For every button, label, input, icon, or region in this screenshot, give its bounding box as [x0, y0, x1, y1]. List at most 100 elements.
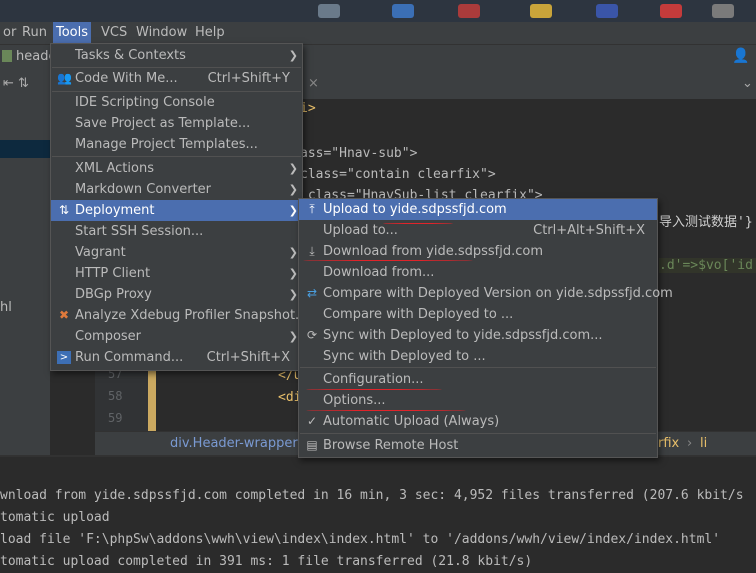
- breadcrumb-item[interactable]: li: [700, 436, 707, 451]
- people-icon: 👥: [57, 71, 72, 85]
- menu-item-http-client[interactable]: HTTP Client ❯: [51, 263, 302, 284]
- taskbar-icon[interactable]: [458, 4, 480, 18]
- menu-item-label: Markdown Converter: [75, 182, 212, 197]
- download-icon: ⤓: [309, 244, 315, 258]
- breadcrumb-item[interactable]: rfix: [658, 436, 679, 451]
- menu-item-xml-actions[interactable]: XML Actions ❯: [51, 158, 302, 179]
- menu-view[interactable]: or: [0, 22, 19, 44]
- menu-item-label: Browse Remote Host: [323, 438, 459, 453]
- terminal-icon: >: [57, 351, 71, 364]
- annotation-underline: [303, 260, 473, 261]
- menu-item-label: Deployment: [75, 203, 155, 218]
- code-line: class="contain clearfix">: [300, 167, 496, 182]
- menu-item-sync-deployed[interactable]: Sync with Deployed to ...: [299, 346, 657, 367]
- menu-item-run-command[interactable]: > Run Command... Ctrl+Shift+X: [51, 347, 302, 368]
- taskbar-icon[interactable]: [660, 4, 682, 18]
- menu-item-analyze-xdebug[interactable]: ✖ Analyze Xdebug Profiler Snapshot...: [51, 305, 308, 326]
- menu-item-dbgp-proxy[interactable]: DBGp Proxy ❯: [51, 284, 302, 305]
- menu-item-label: IDE Scripting Console: [75, 95, 215, 110]
- menu-separator: [52, 156, 301, 157]
- submenu-arrow-icon: ❯: [288, 246, 298, 259]
- close-tab-icon[interactable]: ×: [308, 76, 319, 91]
- code-line: .d'=>$vo['id': [659, 258, 756, 273]
- compare-icon: ⇄: [306, 286, 318, 300]
- checkmark-icon: ✓: [306, 414, 318, 428]
- project-tree-item[interactable]: hl: [0, 300, 12, 315]
- menu-item-label: Vagrant: [75, 245, 126, 260]
- menu-item-code-with-me[interactable]: 👥 Code With Me... Ctrl+Shift+Y: [51, 68, 302, 89]
- upload-icon: ⤒: [309, 202, 315, 216]
- sort-icon[interactable]: ⇅: [18, 76, 29, 91]
- menu-item-label: Compare with Deployed Version on yide.sd…: [323, 286, 673, 301]
- console-line: tomatic upload: [0, 510, 110, 525]
- remote-host-icon: ▤: [306, 438, 318, 452]
- tools-menu: Tasks & Contexts ❯ 👥 Code With Me... Ctr…: [50, 43, 308, 371]
- menu-item-download-from-host[interactable]: ⤓ Download from yide.sdpssfjd.com: [299, 241, 657, 262]
- annotation-underline: [383, 223, 453, 224]
- menu-item-ide-scripting-console[interactable]: IDE Scripting Console: [51, 92, 302, 113]
- menu-item-label: Automatic Upload (Always): [323, 414, 500, 429]
- menu-item-browse-remote-host[interactable]: ▤ Browse Remote Host: [299, 435, 657, 456]
- menu-item-shortcut: Ctrl+Shift+X: [206, 350, 290, 365]
- project-selected-row[interactable]: [0, 140, 50, 158]
- menu-item-upload-to-host[interactable]: ⤒ Upload to yide.sdpssfjd.com: [299, 199, 657, 220]
- menu-item-manage-templates[interactable]: Manage Project Templates...: [51, 134, 302, 155]
- menu-item-label: Save Project as Template...: [75, 116, 251, 131]
- breadcrumb-separator: ›: [687, 436, 693, 451]
- breadcrumb-item[interactable]: div.Header-wrapper: [170, 436, 298, 451]
- menu-item-automatic-upload[interactable]: ✓ Automatic Upload (Always): [299, 411, 657, 432]
- menu-item-upload-to[interactable]: Upload to... Ctrl+Alt+Shift+X: [299, 220, 657, 241]
- taskbar-icon[interactable]: [712, 4, 734, 18]
- menu-item-label: Configuration...: [323, 372, 424, 387]
- menu-item-label: Sync with Deployed to yide.sdpssfjd.com.…: [323, 328, 603, 343]
- menu-item-shortcut: Ctrl+Alt+Shift+X: [533, 223, 645, 238]
- tab-dropdown-icon[interactable]: ⌄: [742, 76, 753, 91]
- menu-item-label: Start SSH Session...: [75, 224, 204, 239]
- menu-item-configuration[interactable]: Configuration...: [299, 369, 657, 390]
- submenu-arrow-icon: ❯: [288, 267, 298, 280]
- menu-item-vagrant[interactable]: Vagrant ❯: [51, 242, 302, 263]
- menu-item-save-project-template[interactable]: Save Project as Template...: [51, 113, 302, 134]
- code-line: 导入测试数据'}: [659, 215, 753, 230]
- taskbar-icon[interactable]: [318, 4, 340, 18]
- console-line: tomatic upload completed in 391 ms: 1 fi…: [0, 554, 533, 569]
- menu-separator: [300, 367, 656, 368]
- menu-window[interactable]: Window: [133, 22, 190, 44]
- menu-separator: [300, 433, 656, 434]
- menu-item-compare-deployed[interactable]: Compare with Deployed to ...: [299, 304, 657, 325]
- menu-run[interactable]: Run: [19, 22, 50, 44]
- menu-item-label: Manage Project Templates...: [75, 137, 258, 152]
- taskbar-icon[interactable]: [392, 4, 414, 18]
- submenu-arrow-icon: ❯: [288, 49, 298, 62]
- collapse-icon[interactable]: ⇤: [3, 76, 14, 91]
- menu-item-label: Upload to yide.sdpssfjd.com: [323, 202, 507, 217]
- menu-item-label: XML Actions: [75, 161, 154, 176]
- menu-item-markdown-converter[interactable]: Markdown Converter ❯: [51, 179, 302, 200]
- menu-item-options[interactable]: Options...: [299, 390, 657, 411]
- menu-help[interactable]: Help: [192, 22, 228, 44]
- line-number: 59: [108, 411, 123, 425]
- menu-vcs[interactable]: VCS: [98, 22, 130, 44]
- menu-item-tasks-contexts[interactable]: Tasks & Contexts ❯: [51, 45, 302, 66]
- menu-item-download-from[interactable]: Download from...: [299, 262, 657, 283]
- menu-item-label: Analyze Xdebug Profiler Snapshot...: [75, 308, 308, 323]
- user-icon[interactable]: 👤: [732, 48, 749, 64]
- menu-item-composer[interactable]: Composer ❯: [51, 326, 302, 347]
- taskbar-icon[interactable]: [596, 4, 618, 18]
- file-icon: [2, 50, 12, 62]
- menu-item-sync-deployed-host[interactable]: ⟳ Sync with Deployed to yide.sdpssfjd.co…: [299, 325, 657, 346]
- deployment-icon: ⇅: [58, 203, 70, 217]
- menu-item-label: Sync with Deployed to ...: [323, 349, 486, 364]
- submenu-arrow-icon: ❯: [288, 204, 298, 217]
- console-line: load file 'F:\phpSw\addons\wwh\view\inde…: [0, 532, 721, 547]
- xdebug-icon: ✖: [58, 308, 70, 322]
- taskbar-icon[interactable]: [530, 4, 552, 18]
- annotation-underline: [306, 410, 466, 411]
- menu-tools[interactable]: Tools: [53, 22, 92, 44]
- menu-item-label: Code With Me...: [75, 71, 178, 86]
- menu-item-deployment[interactable]: ⇅ Deployment ❯: [51, 200, 302, 221]
- submenu-arrow-icon: ❯: [288, 162, 298, 175]
- menu-item-label: DBGp Proxy: [75, 287, 152, 302]
- menu-item-start-ssh[interactable]: Start SSH Session...: [51, 221, 302, 242]
- menu-item-compare-deployed-host[interactable]: ⇄ Compare with Deployed Version on yide.…: [299, 283, 673, 304]
